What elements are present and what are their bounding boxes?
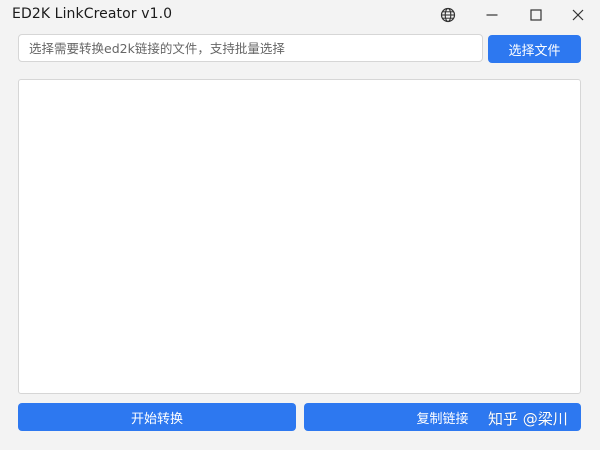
copy-links-button[interactable]: 复制链接 xyxy=(304,403,581,431)
app-window: ED2K LinkCreator v1.0 选择需要转换ed2k链接的文件，支持… xyxy=(0,0,600,450)
select-file-button[interactable]: 选择文件 xyxy=(488,35,581,63)
globe-icon[interactable] xyxy=(437,4,459,26)
title-bar: ED2K LinkCreator v1.0 xyxy=(0,0,600,30)
maximize-icon[interactable] xyxy=(525,4,547,26)
close-icon[interactable] xyxy=(567,4,589,26)
start-convert-button[interactable]: 开始转换 xyxy=(18,403,296,431)
minimize-icon[interactable] xyxy=(481,4,503,26)
ed2k-output-textarea[interactable] xyxy=(18,79,581,394)
window-title: ED2K LinkCreator v1.0 xyxy=(12,6,173,22)
file-path-input[interactable] xyxy=(18,34,483,62)
